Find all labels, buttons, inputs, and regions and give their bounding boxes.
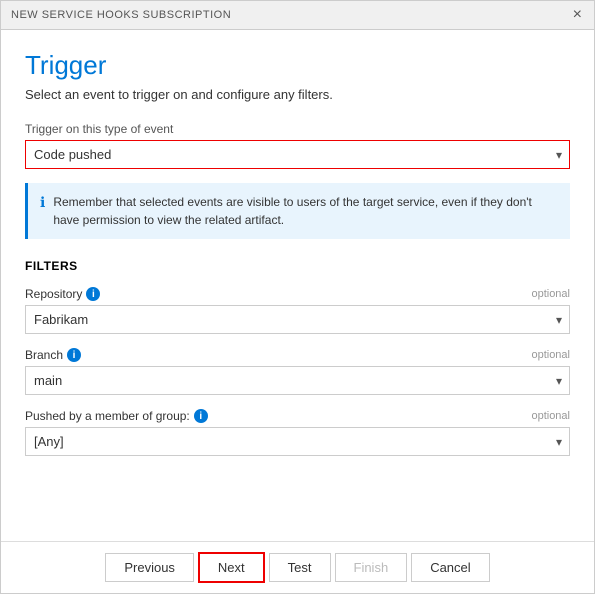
group-label-row: Pushed by a member of group: i optional [25,409,570,423]
group-optional: optional [531,410,570,422]
group-select[interactable]: [Any] [25,427,570,456]
info-text: Remember that selected events are visibl… [53,193,558,229]
titlebar: NEW SERVICE HOOKS SUBSCRIPTION × [1,1,594,30]
close-button[interactable]: × [571,7,584,23]
repository-filter-row: Repository i optional Fabrikam ▾ [25,287,570,334]
branch-select[interactable]: main [25,366,570,395]
branch-filter-row: Branch i optional main ▾ [25,348,570,395]
dialog: NEW SERVICE HOOKS SUBSCRIPTION × Trigger… [0,0,595,594]
finish-button[interactable]: Finish [335,553,408,582]
dialog-title: NEW SERVICE HOOKS SUBSCRIPTION [11,9,231,21]
group-info-icon[interactable]: i [194,409,208,423]
group-filter-row: Pushed by a member of group: i optional … [25,409,570,456]
repository-label-row: Repository i optional [25,287,570,301]
dialog-body: Trigger Select an event to trigger on an… [1,30,594,541]
branch-optional: optional [531,349,570,361]
branch-label: Branch i [25,348,81,362]
test-button[interactable]: Test [269,553,331,582]
cancel-button[interactable]: Cancel [411,553,489,582]
trigger-field-group: Trigger on this type of event Code pushe… [25,122,570,169]
next-button[interactable]: Next [198,552,265,583]
group-select-wrapper: [Any] ▾ [25,427,570,456]
page-title: Trigger [25,50,570,81]
trigger-select[interactable]: Code pushed [25,140,570,169]
page-subtitle: Select an event to trigger on and config… [25,87,570,102]
branch-info-icon[interactable]: i [67,348,81,362]
info-icon: ℹ [40,194,45,211]
repository-optional: optional [531,288,570,300]
repository-select-wrapper: Fabrikam ▾ [25,305,570,334]
filters-heading: FILTERS [25,259,570,273]
trigger-select-wrapper: Code pushed ▾ [25,140,570,169]
branch-label-row: Branch i optional [25,348,570,362]
branch-select-wrapper: main ▾ [25,366,570,395]
dialog-footer: Previous Next Test Finish Cancel [1,541,594,593]
info-box: ℹ Remember that selected events are visi… [25,183,570,239]
group-label: Pushed by a member of group: i [25,409,208,423]
previous-button[interactable]: Previous [105,553,194,582]
repository-label: Repository i [25,287,100,301]
repository-info-icon[interactable]: i [86,287,100,301]
trigger-label: Trigger on this type of event [25,122,570,136]
repository-select[interactable]: Fabrikam [25,305,570,334]
